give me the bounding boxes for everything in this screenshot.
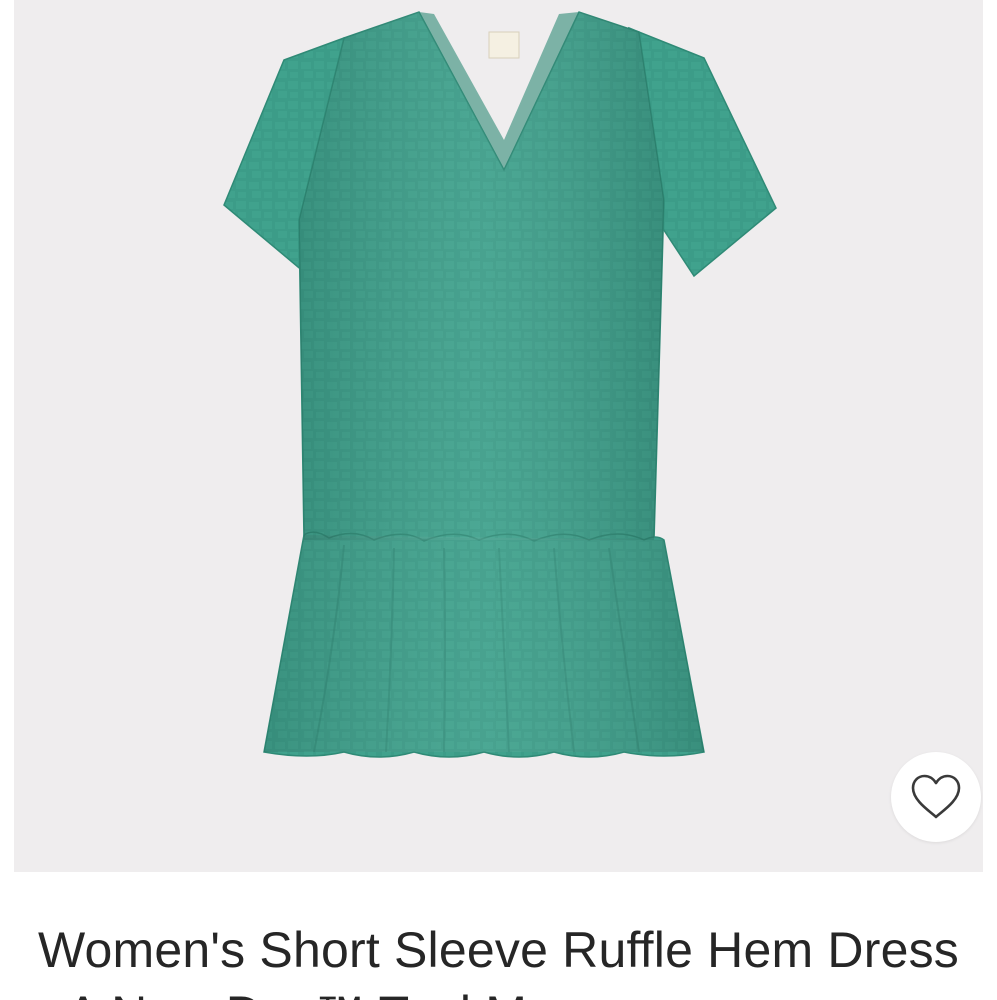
heart-outline-icon [911,774,961,819]
product-image[interactable] [14,0,983,872]
product-page: Women's Short Sleeve Ruffle Hem Dress - … [0,0,997,1000]
dress-photo [223,11,777,758]
favorite-button[interactable] [891,752,981,842]
product-title: Women's Short Sleeve Ruffle Hem Dress - … [38,922,959,1000]
